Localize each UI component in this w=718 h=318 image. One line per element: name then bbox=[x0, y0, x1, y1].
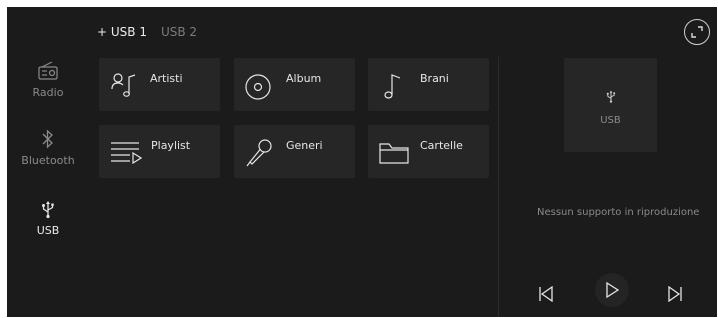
artist-icon bbox=[111, 73, 136, 97]
tile-label: Playlist bbox=[151, 139, 191, 152]
usb-icon bbox=[42, 201, 54, 219]
media-screen: + USB 1 USB 2 Radio Bluetooth USB Artist… bbox=[7, 7, 717, 317]
tile-brani[interactable]: Brani bbox=[368, 58, 489, 111]
tile-label: Artisti bbox=[150, 72, 183, 85]
sidebar-item-label: Bluetooth bbox=[21, 154, 75, 167]
source-tabs: + USB 1 USB 2 bbox=[97, 25, 197, 41]
tile-label: Cartelle bbox=[420, 139, 463, 152]
tile-artisti[interactable]: Artisti bbox=[99, 58, 220, 111]
tab-usb-1[interactable]: + USB 1 bbox=[97, 25, 147, 41]
tile-generi[interactable]: Generi bbox=[234, 125, 355, 178]
tile-label: Generi bbox=[286, 139, 323, 152]
sidebar-item-label: USB bbox=[36, 224, 60, 237]
tile-album[interactable]: Album bbox=[234, 58, 355, 111]
expand-button[interactable] bbox=[684, 19, 710, 45]
usb-icon bbox=[606, 90, 616, 103]
now-playing-source: USB bbox=[600, 115, 621, 126]
tile-label: Album bbox=[286, 72, 322, 85]
radio-icon bbox=[38, 61, 58, 80]
next-button[interactable] bbox=[664, 284, 686, 304]
skip-next-icon bbox=[668, 286, 682, 302]
now-playing-artwork: USB bbox=[564, 58, 657, 152]
album-icon bbox=[245, 74, 271, 100]
microphone-icon bbox=[246, 139, 272, 167]
tile-cartelle[interactable]: Cartelle bbox=[368, 125, 489, 178]
play-button[interactable] bbox=[595, 273, 629, 307]
skip-previous-icon bbox=[539, 286, 553, 302]
play-icon bbox=[606, 282, 619, 298]
sidebar-item-label: Radio bbox=[32, 86, 64, 99]
sidebar-item-radio[interactable]: Radio bbox=[7, 61, 89, 99]
playback-status: Nessun supporto in riproduzione bbox=[537, 207, 700, 218]
tile-label: Brani bbox=[420, 72, 449, 85]
previous-button[interactable] bbox=[535, 284, 557, 304]
panel-divider bbox=[498, 57, 499, 317]
bluetooth-icon bbox=[42, 129, 53, 149]
sidebar-item-bluetooth[interactable]: Bluetooth bbox=[7, 129, 89, 167]
playlist-icon bbox=[111, 142, 142, 164]
music-note-icon bbox=[384, 74, 401, 99]
tile-playlist[interactable]: Playlist bbox=[99, 125, 220, 178]
folder-icon bbox=[379, 143, 409, 164]
tab-usb-2[interactable]: USB 2 bbox=[161, 25, 197, 41]
sidebar-item-usb[interactable]: USB bbox=[7, 201, 89, 237]
expand-icon bbox=[691, 26, 703, 38]
